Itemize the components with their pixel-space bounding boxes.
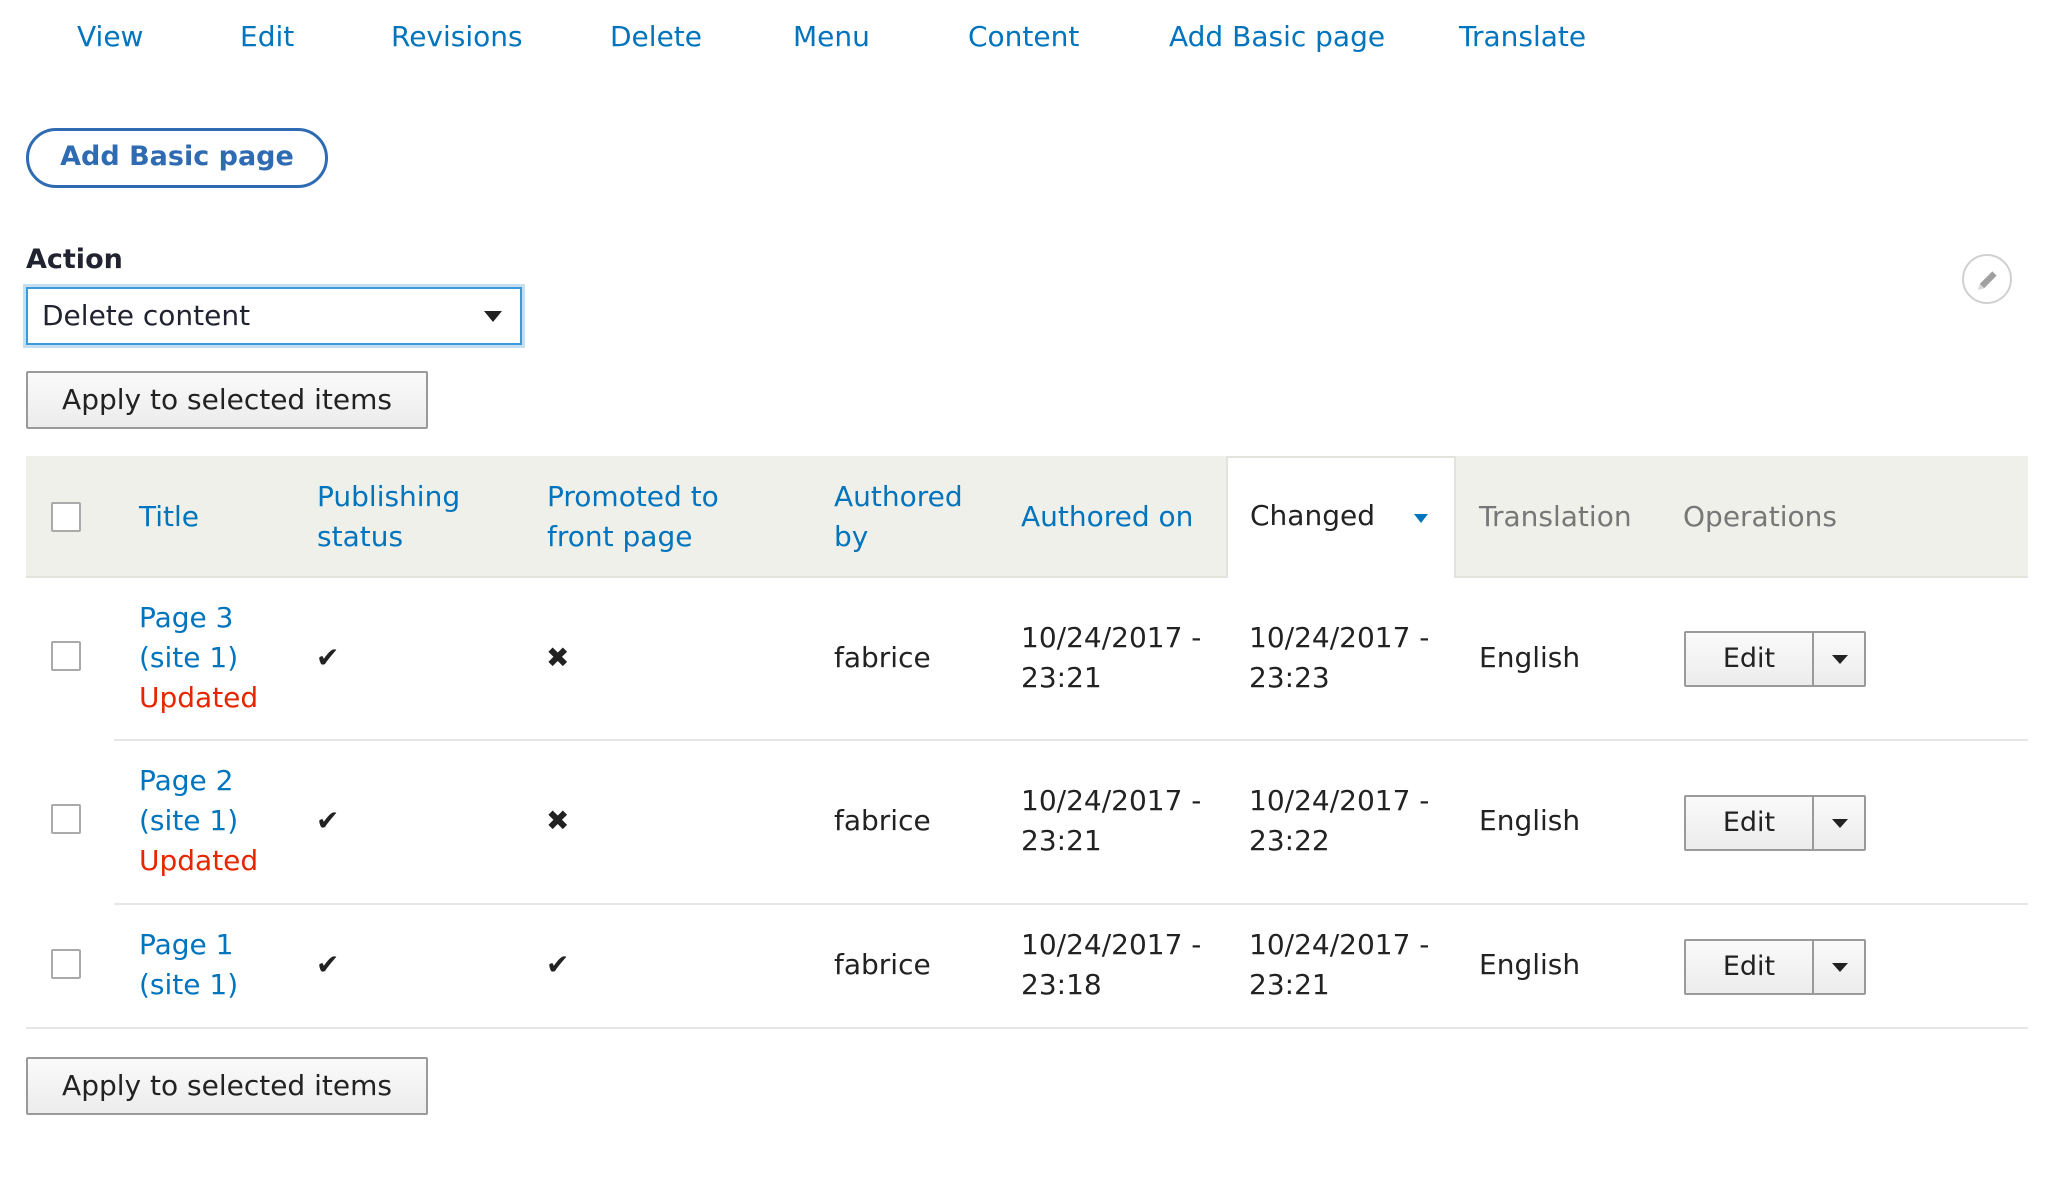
row-authored-on: 10/24/2017 - 23:21 <box>1021 781 1201 861</box>
pencil-icon[interactable] <box>1962 254 2012 304</box>
row-authored-on-date: 10/24/2017 - <box>1021 928 1202 961</box>
row-authored-on: 10/24/2017 - 23:18 <box>1021 925 1201 1005</box>
header-authored-by-line2: by <box>834 520 869 553</box>
row-authored-on-time: 23:21 <box>1021 661 1102 694</box>
row-title[interactable]: Page 3 (site 1) Updated <box>139 598 258 718</box>
row-title-line1[interactable]: Page 3 <box>139 598 258 638</box>
row-authored-on: 10/24/2017 - 23:21 <box>1021 618 1201 698</box>
operations-toggle[interactable] <box>1814 941 1864 993</box>
header-publishing-status-line1: Publishing <box>317 480 461 513</box>
row-divider <box>114 739 2028 741</box>
action-select-value: Delete content <box>42 299 251 332</box>
edit-button[interactable]: Edit <box>1686 941 1814 993</box>
header-promoted-line1: Promoted to <box>547 480 719 513</box>
row-authored-on-time: 23:21 <box>1021 824 1102 857</box>
row-authored-on-date: 10/24/2017 - <box>1021 621 1202 654</box>
operations-dropbutton: Edit <box>1684 631 1866 687</box>
published-check-icon: ✔ <box>316 948 340 981</box>
promoted-cross-icon: ✖ <box>546 804 570 837</box>
row-changed: 10/24/2017 - 23:21 <box>1249 925 1429 1005</box>
edit-button[interactable]: Edit <box>1686 633 1814 685</box>
chevron-down-icon <box>1832 963 1848 972</box>
row-author: fabrice <box>834 948 931 981</box>
row-divider <box>114 903 2028 905</box>
edit-button[interactable]: Edit <box>1686 797 1814 849</box>
header-authored-on[interactable]: Authored on <box>1021 497 1193 537</box>
operations-toggle[interactable] <box>1814 797 1864 849</box>
row-translation: English <box>1479 804 1581 837</box>
operations-dropbutton: Edit <box>1684 795 1866 851</box>
row-checkbox[interactable] <box>51 949 81 979</box>
header-promoted-line2: front page <box>547 520 693 553</box>
row-title[interactable]: Page 2 (site 1) Updated <box>139 761 258 881</box>
published-check-icon: ✔ <box>316 804 340 837</box>
row-title[interactable]: Page 1 (site 1) <box>139 925 238 1005</box>
promoted-cross-icon: ✖ <box>546 641 570 674</box>
row-author: fabrice <box>834 641 931 674</box>
header-promoted[interactable]: Promoted to front page <box>547 477 719 557</box>
chevron-down-icon <box>484 311 502 322</box>
tab-edit[interactable]: Edit <box>240 20 294 53</box>
row-title-line2[interactable]: (site 1) <box>139 801 258 841</box>
action-label: Action <box>26 244 123 275</box>
row-author: fabrice <box>834 804 931 837</box>
header-authored-by-line1: Authored <box>834 480 963 513</box>
tab-delete[interactable]: Delete <box>610 20 702 53</box>
row-translation: English <box>1479 641 1581 674</box>
apply-selected-button-top[interactable]: Apply to selected items <box>26 371 428 429</box>
chevron-down-icon <box>1832 655 1848 664</box>
row-changed-date: 10/24/2017 - <box>1249 621 1430 654</box>
row-changed-time: 23:22 <box>1249 824 1330 857</box>
header-publishing-status[interactable]: Publishing status <box>317 477 460 557</box>
header-operations: Operations <box>1683 500 1837 533</box>
row-title-line2[interactable]: (site 1) <box>139 638 258 678</box>
published-check-icon: ✔ <box>316 641 340 674</box>
updated-marker: Updated <box>139 681 259 714</box>
header-publishing-status-line2: status <box>317 520 404 553</box>
row-title-line2[interactable]: (site 1) <box>139 965 238 1005</box>
row-changed: 10/24/2017 - 23:23 <box>1249 618 1429 698</box>
header-changed-label: Changed <box>1250 499 1375 532</box>
select-all-checkbox[interactable] <box>51 502 81 532</box>
header-title[interactable]: Title <box>139 497 199 537</box>
row-title-line1[interactable]: Page 1 <box>139 925 238 965</box>
tab-add-basic-page[interactable]: Add Basic page <box>1169 20 1385 53</box>
row-checkbox[interactable] <box>51 641 81 671</box>
sort-desc-icon <box>1414 514 1428 523</box>
action-select[interactable]: Delete content <box>26 287 522 345</box>
row-changed-time: 23:23 <box>1249 661 1330 694</box>
header-translation: Translation <box>1479 500 1632 533</box>
row-changed-date: 10/24/2017 - <box>1249 784 1430 817</box>
row-changed: 10/24/2017 - 23:22 <box>1249 781 1429 861</box>
apply-selected-button-bottom[interactable]: Apply to selected items <box>26 1057 428 1115</box>
operations-toggle[interactable] <box>1814 633 1864 685</box>
row-translation: English <box>1479 948 1581 981</box>
operations-dropbutton: Edit <box>1684 939 1866 995</box>
row-checkbox[interactable] <box>51 804 81 834</box>
chevron-down-icon <box>1832 819 1848 828</box>
row-title-line1[interactable]: Page 2 <box>139 761 258 801</box>
tab-translate[interactable]: Translate <box>1459 20 1586 53</box>
tab-menu[interactable]: Menu <box>793 20 870 53</box>
promoted-check-icon: ✔ <box>546 948 570 981</box>
table-bottom-border <box>26 1027 2028 1029</box>
row-changed-time: 23:21 <box>1249 968 1330 1001</box>
header-authored-by[interactable]: Authored by <box>834 477 963 557</box>
tab-view[interactable]: View <box>77 20 143 53</box>
header-changed[interactable]: Changed <box>1226 456 1456 578</box>
add-basic-page-button[interactable]: Add Basic page <box>26 128 328 188</box>
tab-content[interactable]: Content <box>968 20 1079 53</box>
updated-marker: Updated <box>139 844 259 877</box>
tab-revisions[interactable]: Revisions <box>391 20 523 53</box>
row-authored-on-time: 23:18 <box>1021 968 1102 1001</box>
row-changed-date: 10/24/2017 - <box>1249 928 1430 961</box>
row-authored-on-date: 10/24/2017 - <box>1021 784 1202 817</box>
